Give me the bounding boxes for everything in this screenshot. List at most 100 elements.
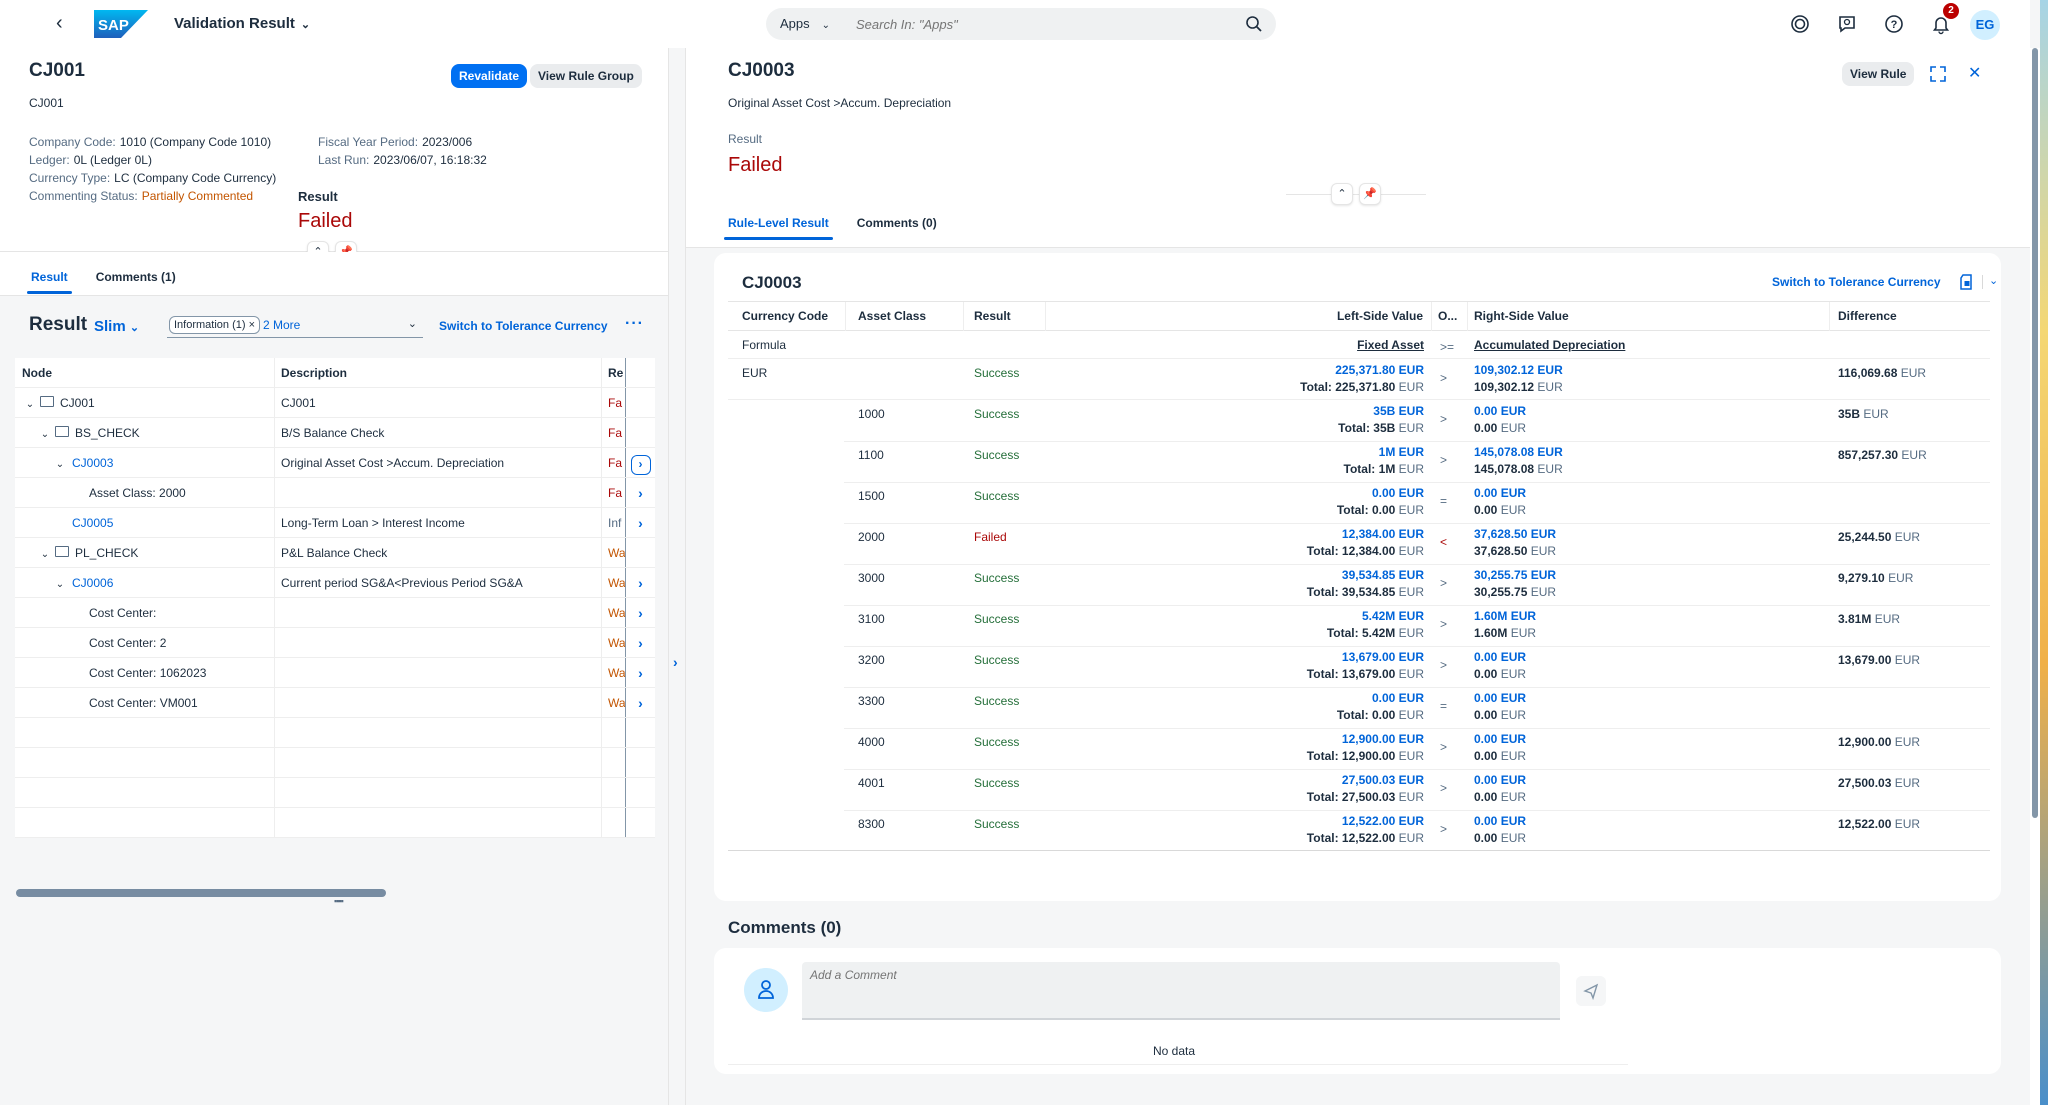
table-row[interactable]: ⌄ BS_CHECK B/S Balance Check Fa <box>15 418 655 448</box>
back-icon[interactable]: ‹ <box>56 12 63 35</box>
navigation-arrow-icon[interactable]: › <box>626 478 655 507</box>
more-options-icon[interactable]: ··· <box>625 315 644 333</box>
filter-token[interactable]: Information (1) × <box>169 316 261 334</box>
chevron-right-icon[interactable]: › <box>630 455 651 475</box>
right-value-link[interactable]: 1.60M <box>1474 609 1507 623</box>
scrollbar-thumb[interactable] <box>16 889 386 897</box>
feedback-icon[interactable] <box>1835 12 1859 36</box>
table-row[interactable]: CJ0005 Long-Term Loan > Interest Income In… <box>15 508 655 538</box>
table-row[interactable]: ⌄ PL_CHECK P&L Balance Check Wa <box>15 538 655 568</box>
revalidate-button[interactable]: Revalidate <box>451 64 528 88</box>
navigation-arrow-icon[interactable]: › <box>626 658 655 687</box>
right-value-link[interactable]: 0.00 <box>1474 732 1497 746</box>
right-value-link[interactable]: 0.00 <box>1474 691 1497 705</box>
pin-header-button[interactable]: 📌 <box>1359 183 1381 205</box>
formula-left-link[interactable]: Fixed Asset <box>1357 338 1424 352</box>
navigation-arrow-icon[interactable]: › <box>626 448 655 477</box>
tab-comments[interactable]: Comments (1) <box>96 270 176 294</box>
switch-tolerance-currency-link[interactable]: Switch to Tolerance Currency <box>439 319 608 333</box>
column-difference[interactable]: Difference <box>1830 302 1990 331</box>
table-row[interactable]: 4001 Success 27,500.03 EUR Total: 27,500.03… <box>728 769 1990 811</box>
left-value-link[interactable]: 0.00 <box>1372 486 1395 500</box>
column-asset-class[interactable]: Asset Class <box>846 302 964 331</box>
remove-token-icon[interactable]: × <box>249 319 255 331</box>
left-value-link[interactable]: 12,384.00 <box>1342 527 1395 541</box>
expand-toggle-icon[interactable]: ⌄ <box>37 540 53 567</box>
column-divider[interactable]: › <box>668 48 686 1105</box>
left-value-link[interactable]: 12,900.00 <box>1342 732 1395 746</box>
tab-rule-level-result[interactable]: Rule-Level Result <box>724 216 833 240</box>
right-value-link[interactable]: 30,255.75 <box>1474 568 1527 582</box>
send-icon[interactable] <box>1576 976 1606 1006</box>
formula-right-link[interactable]: Accumulated Depreciation <box>1474 338 1625 352</box>
left-value-link[interactable]: 5.42M <box>1362 609 1395 623</box>
expand-toggle-icon[interactable]: ⌄ <box>52 570 68 597</box>
column-node[interactable]: Node <box>15 358 275 387</box>
right-value-link[interactable]: 37,628.50 <box>1474 527 1527 541</box>
node-link[interactable]: CJ0003 <box>72 456 113 470</box>
scrollbar-thumb[interactable] <box>2032 48 2038 818</box>
vertical-scrollbar[interactable] <box>2030 48 2040 1105</box>
help-icon[interactable]: ? <box>1882 12 1906 36</box>
table-row[interactable]: 1000 Success 35B EUR Total: 35B EUR >0.00 EU… <box>728 400 1990 442</box>
view-rule-group-button[interactable]: View Rule Group <box>530 64 642 88</box>
user-avatar[interactable]: EG <box>1970 10 2000 40</box>
expand-column-icon[interactable]: › <box>673 654 678 670</box>
table-row[interactable]: 3100 Success 5.42M EUR Total: 5.42M EUR >1.6… <box>728 605 1990 647</box>
sap-logo[interactable]: SAP <box>94 10 148 38</box>
right-value-link[interactable]: 109,302.12 <box>1474 363 1534 377</box>
search-icon[interactable] <box>1244 14 1264 34</box>
right-value-link[interactable]: 145,078.08 <box>1474 445 1534 459</box>
navigation-arrow-icon[interactable]: › <box>626 568 655 597</box>
fullscreen-icon[interactable] <box>1928 64 1948 84</box>
column-left-side-value[interactable]: Left-Side Value <box>1046 302 1432 331</box>
table-row[interactable]: 3300 Success 0.00 EUR Total: 0.00 EUR = 0.00 … <box>728 687 1990 729</box>
left-value-link[interactable]: 13,679.00 <box>1342 650 1395 664</box>
table-row[interactable]: 1100 Success 1M EUR Total: 1M EUR >145,078.0… <box>728 441 1990 483</box>
table-row[interactable]: 4000 Success 12,900.00 EUR Total: 12,900.00… <box>728 728 1990 770</box>
node-link[interactable]: CJ0006 <box>72 576 113 590</box>
chevron-down-icon[interactable]: ⌄ <box>1989 274 1998 287</box>
table-row[interactable]: ⌄ CJ0006 Current period SG&A<Previous Peri… <box>15 568 655 598</box>
right-value-link[interactable]: 0.00 <box>1474 773 1497 787</box>
column-operator[interactable]: O... <box>1432 302 1468 331</box>
table-row[interactable]: 2000 Failed 12,384.00 EUR Total: 12,384.00 … <box>728 523 1990 565</box>
left-value-link[interactable]: 1M <box>1379 445 1396 459</box>
column-result[interactable]: Re <box>602 358 626 387</box>
left-value-link[interactable]: 27,500.03 <box>1342 773 1395 787</box>
app-title-menu[interactable]: Validation Result ⌄ <box>174 15 310 32</box>
resize-grip-icon[interactable]: ▪▪▪▪ <box>334 896 344 906</box>
column-right-side-value[interactable]: Right-Side Value <box>1468 302 1830 331</box>
switch-tolerance-currency-link[interactable]: Switch to Tolerance Currency <box>1772 275 1941 289</box>
joule-icon[interactable] <box>1788 12 1812 36</box>
search-input[interactable] <box>856 12 1216 36</box>
navigation-arrow-icon[interactable]: › <box>626 598 655 627</box>
left-value-link[interactable]: 12,522.00 <box>1342 814 1395 828</box>
chevron-down-icon[interactable]: ⌄ <box>408 317 417 330</box>
column-result[interactable]: Result <box>964 302 1046 331</box>
search-scope-select[interactable]: Apps ⌄ <box>780 16 830 31</box>
left-value-link[interactable]: 225,371.80 <box>1335 363 1395 377</box>
left-value-link[interactable]: 35B <box>1373 404 1395 418</box>
table-row[interactable]: 1500 Success 0.00 EUR Total: 0.00 EUR = 0.00 … <box>728 482 1990 524</box>
table-row[interactable]: Cost Center: VM001 Wa › <box>15 688 655 718</box>
table-row[interactable]: ⌄ CJ001 CJ001 Fa <box>15 388 655 418</box>
navigation-arrow-icon[interactable]: › <box>626 628 655 657</box>
right-value-link[interactable]: 0.00 <box>1474 650 1497 664</box>
close-icon[interactable]: ✕ <box>1968 63 1981 83</box>
table-row[interactable]: ⌄ CJ0003 Original Asset Cost >Accum. Depre… <box>15 448 655 478</box>
expand-toggle-icon[interactable]: ⌄ <box>37 420 53 447</box>
expand-toggle-icon[interactable]: ⌄ <box>22 390 38 417</box>
navigation-arrow-icon[interactable]: › <box>626 688 655 717</box>
node-link[interactable]: CJ0005 <box>72 516 113 530</box>
filter-more-link[interactable]: 2 More <box>263 318 300 332</box>
right-value-link[interactable]: 0.00 <box>1474 404 1497 418</box>
column-currency-code[interactable]: Currency Code <box>728 302 846 331</box>
tab-comments[interactable]: Comments (0) <box>857 216 937 240</box>
table-row[interactable]: Cost Center: 1062023 Wa › <box>15 658 655 688</box>
table-row[interactable]: EUR Success 225,371.80 EUR Total: 225,371.8… <box>728 359 1990 400</box>
expand-toggle-icon[interactable]: ⌄ <box>52 450 68 477</box>
navigation-arrow-icon[interactable]: › <box>626 508 655 537</box>
table-row[interactable]: 8300 Success 12,522.00 EUR Total: 12,522.00… <box>728 810 1990 851</box>
right-value-link[interactable]: 0.00 <box>1474 814 1497 828</box>
